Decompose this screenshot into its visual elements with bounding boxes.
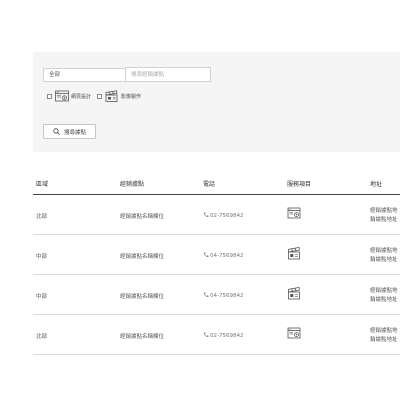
- table-row: 北部 經銷據點名稱欄位 02-7569842 經銷據點地銷據點地址: [33, 195, 400, 235]
- clapperboard-icon: [288, 287, 300, 300]
- cell-address: 經銷據點地銷據點地址: [370, 247, 398, 265]
- checkbox-box[interactable]: [97, 93, 103, 99]
- phone-number: 04-7569842: [210, 293, 244, 299]
- address-line-2: 銷據點地址: [370, 257, 398, 263]
- checkbox-web-design[interactable]: 網頁設計: [47, 90, 91, 102]
- cell-name: 經銷據點名稱欄位: [120, 334, 165, 340]
- phone-number: 04-7569842: [210, 253, 244, 259]
- dealer-table: 區域 經銷據點 電話 服務項目 地址 北部 經銷據點名稱欄位 02-756984…: [33, 170, 400, 355]
- header-name: 經銷據點: [120, 181, 145, 188]
- cell-phone[interactable]: 04-7569842: [203, 292, 243, 299]
- web-design-icon: [287, 327, 301, 339]
- checkbox-video-production[interactable]: 影像製作: [97, 90, 141, 102]
- address-line-1: 經銷據點地: [370, 208, 398, 214]
- checkbox-label: 影像製作: [121, 93, 142, 100]
- address-line-1: 經銷據點地: [370, 248, 398, 254]
- phone-icon: [203, 332, 209, 338]
- search-button-label: 搜尋據點: [63, 129, 86, 136]
- table-row: 中部 經銷據點名稱欄位 04-7569842 經銷據點地銷據點地址: [33, 275, 400, 315]
- phone-number: 02-7569842: [210, 213, 244, 219]
- checkbox-box[interactable]: [47, 93, 52, 99]
- cell-region: 中部: [36, 254, 48, 260]
- header-address: 地址: [370, 181, 383, 188]
- cell-phone[interactable]: 02-7569842: [203, 212, 243, 219]
- service-filter-checkboxes: 網頁設計 影像製作: [47, 89, 147, 103]
- table-row: 中部 經銷據點名稱欄位 04-7569842 經銷據點地銷據點地址: [33, 235, 400, 275]
- phone-icon: [203, 292, 209, 298]
- table-row: 北部 經銷據點名稱欄位 02-7569842 經銷據點地銷據點地址: [33, 315, 400, 355]
- address-line-1: 經銷據點地: [370, 328, 398, 334]
- phone-icon: [203, 252, 209, 258]
- search-icon: [53, 128, 60, 135]
- cell-name: 經銷據點名稱欄位: [120, 254, 165, 260]
- cell-name: 經銷據點名稱欄位: [120, 214, 165, 220]
- web-design-icon: [287, 207, 301, 219]
- header-phone: 電話: [203, 181, 216, 188]
- cell-region: 中部: [36, 294, 48, 300]
- web-design-icon: [55, 90, 69, 102]
- region-select-value: 全部: [49, 72, 61, 78]
- cell-phone[interactable]: 02-7569842: [203, 332, 243, 339]
- address-line-2: 銷據點地址: [370, 337, 398, 343]
- address-line-1: 經銷據點地: [370, 288, 398, 294]
- clapperboard-icon: [288, 247, 300, 260]
- address-line-2: 銷據點地址: [370, 217, 398, 223]
- search-button[interactable]: 搜尋據點: [43, 124, 96, 139]
- address-line-2: 銷據點地址: [370, 297, 398, 303]
- keyword-search-input[interactable]: [125, 67, 211, 82]
- cell-region: 北部: [36, 214, 48, 220]
- cell-region: 北部: [36, 334, 48, 340]
- cell-address: 經銷據點地銷據點地址: [370, 327, 398, 345]
- header-region: 區域: [36, 181, 49, 188]
- cell-address: 經銷據點地銷據點地址: [370, 287, 398, 305]
- cell-address: 經銷據點地銷據點地址: [370, 207, 398, 225]
- phone-number: 02-7569842: [210, 333, 244, 339]
- table-header: 區域 經銷據點 電話 服務項目 地址: [33, 170, 400, 195]
- phone-icon: [203, 212, 209, 218]
- checkbox-label: 網頁設計: [71, 93, 92, 100]
- cell-phone[interactable]: 04-7569842: [203, 252, 243, 259]
- cell-name: 經銷據點名稱欄位: [120, 294, 165, 300]
- header-service: 服務項目: [287, 181, 312, 188]
- clapperboard-icon: [105, 90, 118, 102]
- filter-panel: 全部 網頁設計: [33, 52, 400, 152]
